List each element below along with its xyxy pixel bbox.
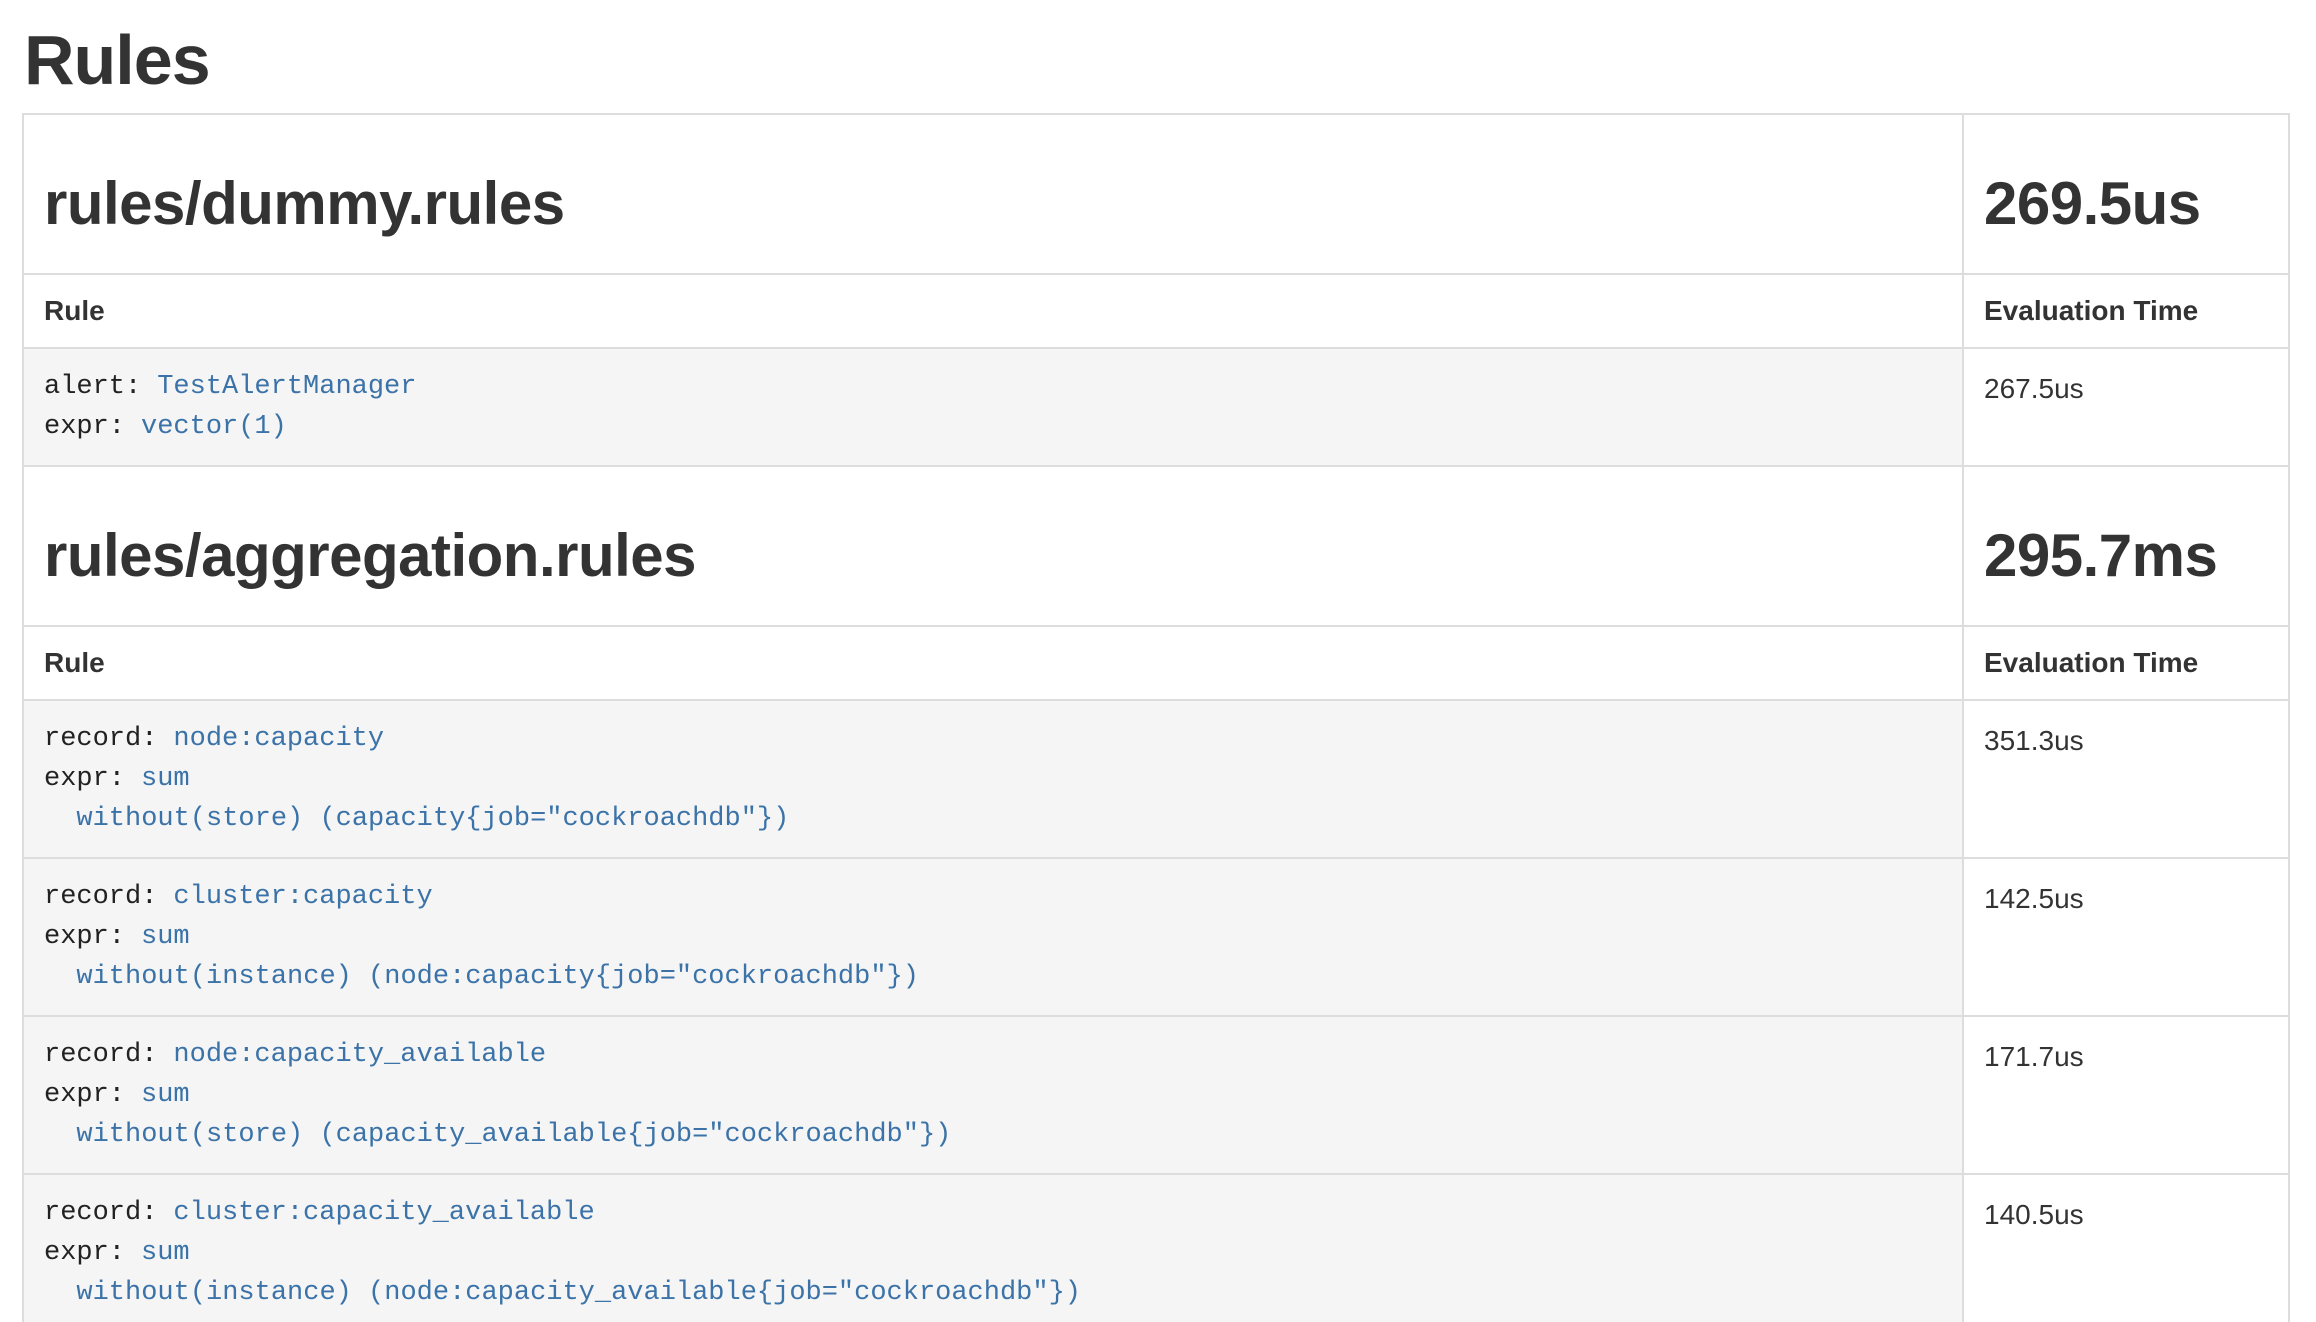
rule-kind-label: record: <box>44 1040 157 1070</box>
rule-group-file: rules/dummy.rules <box>44 171 1942 237</box>
rule-cell: record: node:capacity_available expr:sum … <box>23 1016 1963 1174</box>
rule-expr-label: expr: <box>44 1080 125 1110</box>
rule-group-file-cell: rules/dummy.rules <box>23 114 1963 274</box>
rule-expr-link[interactable]: sum without(store) (capacity{job="cockro… <box>44 764 789 834</box>
column-header-evaluation-time: Evaluation Time <box>1963 274 2289 348</box>
rule-name-link[interactable]: cluster:capacity_available <box>173 1198 594 1228</box>
rule-code: record: cluster:capacity_available expr:s… <box>44 1193 1942 1313</box>
column-header-evaluation-time: Evaluation Time <box>1963 626 2289 700</box>
rule-code: record: cluster:capacity expr:sum without… <box>44 877 1942 997</box>
rule-name-link[interactable]: cluster:capacity <box>173 882 432 912</box>
page-title: Rules <box>24 20 2290 100</box>
rules-page: Rules rules/dummy.rules 269.5us Rule Eva… <box>0 20 2290 1322</box>
rule-group-evaluation-time: 269.5us <box>1984 171 2268 237</box>
rule-expr-label: expr: <box>44 922 125 952</box>
rule-group-header-row: rules/dummy.rules 269.5us <box>23 114 2289 274</box>
rule-expr-link[interactable]: vector(1) <box>141 412 287 442</box>
rule-group-evaluation-time: 295.7ms <box>1984 523 2268 589</box>
rule-name-link[interactable]: node:capacity_available <box>173 1040 546 1070</box>
evaluation-time-cell: 140.5us <box>1963 1174 2289 1322</box>
rule-row: record: node:capacity expr:sum without(st… <box>23 700 2289 858</box>
rule-group-file: rules/aggregation.rules <box>44 523 1942 589</box>
rule-group-time-cell: 295.7ms <box>1963 466 2289 626</box>
rule-name-link[interactable]: TestAlertManager <box>157 372 416 402</box>
rule-kind-label: alert: <box>44 372 141 402</box>
rule-row: record: cluster:capacity expr:sum without… <box>23 858 2289 1016</box>
rule-expr-link[interactable]: sum without(instance) (node:capacity_ava… <box>44 1238 1081 1308</box>
rule-kind-label: record: <box>44 1198 157 1228</box>
rule-cell: record: cluster:capacity_available expr:s… <box>23 1174 1963 1322</box>
rule-code: alert: TestAlertManager expr: vector(1) <box>44 367 1942 447</box>
rules-table: rules/dummy.rules 269.5us Rule Evaluatio… <box>22 113 2290 1322</box>
rule-code: record: node:capacity expr:sum without(st… <box>44 719 1942 839</box>
rule-row: record: node:capacity_available expr:sum … <box>23 1016 2289 1174</box>
rule-cell: record: cluster:capacity expr:sum without… <box>23 858 1963 1016</box>
rule-cell: record: node:capacity expr:sum without(st… <box>23 700 1963 858</box>
rule-expr-link[interactable]: sum without(store) (capacity_available{j… <box>44 1080 951 1150</box>
rule-kind-label: record: <box>44 882 157 912</box>
evaluation-time-cell: 171.7us <box>1963 1016 2289 1174</box>
rule-group-header-row: rules/aggregation.rules 295.7ms <box>23 466 2289 626</box>
rule-expr-label: expr: <box>44 412 125 442</box>
rule-cell: alert: TestAlertManager expr: vector(1) <box>23 348 1963 466</box>
rule-expr-label: expr: <box>44 764 125 794</box>
rule-row: record: cluster:capacity_available expr:s… <box>23 1174 2289 1322</box>
evaluation-time-cell: 267.5us <box>1963 348 2289 466</box>
rule-group-time-cell: 269.5us <box>1963 114 2289 274</box>
column-header-rule: Rule <box>23 626 1963 700</box>
column-header-row: Rule Evaluation Time <box>23 626 2289 700</box>
rule-group-file-cell: rules/aggregation.rules <box>23 466 1963 626</box>
rule-row: alert: TestAlertManager expr: vector(1) 26… <box>23 348 2289 466</box>
column-header-rule: Rule <box>23 274 1963 348</box>
rule-expr-link[interactable]: sum without(instance) (node:capacity{job… <box>44 922 919 992</box>
rule-kind-label: record: <box>44 724 157 754</box>
column-header-row: Rule Evaluation Time <box>23 274 2289 348</box>
evaluation-time-cell: 351.3us <box>1963 700 2289 858</box>
rule-name-link[interactable]: node:capacity <box>173 724 384 754</box>
rule-expr-label: expr: <box>44 1238 125 1268</box>
evaluation-time-cell: 142.5us <box>1963 858 2289 1016</box>
rule-code: record: node:capacity_available expr:sum … <box>44 1035 1942 1155</box>
